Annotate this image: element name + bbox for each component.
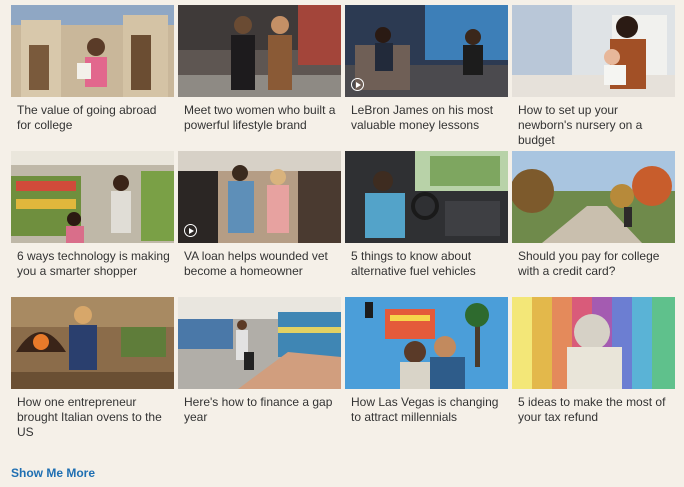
article-thumbnail[interactable]: [178, 5, 341, 97]
paint-swatches-image: [512, 297, 675, 389]
building-student-image: [11, 5, 174, 97]
train-platform-image: [178, 297, 341, 389]
article-card[interactable]: Should you pay for college with a credit…: [512, 151, 675, 297]
show-more-link[interactable]: Show Me More: [11, 466, 95, 480]
article-title[interactable]: 5 ideas to make the most of your tax ref…: [512, 395, 675, 443]
las-vegas-selfie-image: [345, 297, 508, 389]
article-card[interactable]: LeBron James on his most valuable money …: [345, 5, 508, 151]
grocery-store-image: [11, 151, 174, 243]
article-title[interactable]: 5 things to know about alternative fuel …: [345, 249, 508, 297]
article-card[interactable]: The value of going abroad for college: [11, 5, 174, 151]
article-thumbnail[interactable]: [11, 151, 174, 243]
article-thumbnail[interactable]: [11, 5, 174, 97]
article-grid: The value of going abroad for college Me…: [11, 5, 675, 443]
mother-baby-image: [512, 5, 675, 97]
campus-walkway-image: [512, 151, 675, 243]
article-card[interactable]: 6 ways technology is making you a smarte…: [11, 151, 174, 297]
pizza-oven-image: [11, 297, 174, 389]
article-thumbnail[interactable]: [178, 297, 341, 389]
play-icon: [184, 224, 197, 237]
article-card[interactable]: Here's how to finance a gap year: [178, 297, 341, 443]
article-thumbnail[interactable]: [178, 151, 341, 243]
article-card[interactable]: VA loan helps wounded vet become a homeo…: [178, 151, 341, 297]
article-title[interactable]: Here's how to finance a gap year: [178, 395, 341, 443]
article-thumbnail[interactable]: [345, 151, 508, 243]
article-card[interactable]: How Las Vegas is changing to attract mil…: [345, 297, 508, 443]
interview-image: [345, 5, 508, 97]
article-thumbnail[interactable]: [345, 5, 508, 97]
article-title[interactable]: VA loan helps wounded vet become a homeo…: [178, 249, 341, 297]
article-thumbnail[interactable]: [512, 5, 675, 97]
article-title[interactable]: LeBron James on his most valuable money …: [345, 103, 508, 151]
article-title[interactable]: Should you pay for college with a credit…: [512, 249, 675, 297]
article-thumbnail[interactable]: [345, 297, 508, 389]
article-card[interactable]: 5 things to know about alternative fuel …: [345, 151, 508, 297]
article-thumbnail[interactable]: [512, 151, 675, 243]
article-title[interactable]: Meet two women who built a powerful life…: [178, 103, 341, 151]
article-title[interactable]: How to set up your newborn's nursery on …: [512, 103, 675, 151]
article-card[interactable]: 5 ideas to make the most of your tax ref…: [512, 297, 675, 443]
article-card[interactable]: How one entrepreneur brought Italian ove…: [11, 297, 174, 443]
article-title[interactable]: How Las Vegas is changing to attract mil…: [345, 395, 508, 443]
article-title[interactable]: The value of going abroad for college: [11, 103, 174, 151]
article-title[interactable]: How one entrepreneur brought Italian ove…: [11, 395, 174, 443]
article-card[interactable]: Meet two women who built a powerful life…: [178, 5, 341, 151]
article-thumbnail[interactable]: [512, 297, 675, 389]
article-title[interactable]: 6 ways technology is making you a smarte…: [11, 249, 174, 297]
two-women-image: [178, 5, 341, 97]
article-card[interactable]: How to set up your newborn's nursery on …: [512, 5, 675, 151]
veteran-couple-image: [178, 151, 341, 243]
car-driver-image: [345, 151, 508, 243]
play-icon: [351, 78, 364, 91]
article-thumbnail[interactable]: [11, 297, 174, 389]
